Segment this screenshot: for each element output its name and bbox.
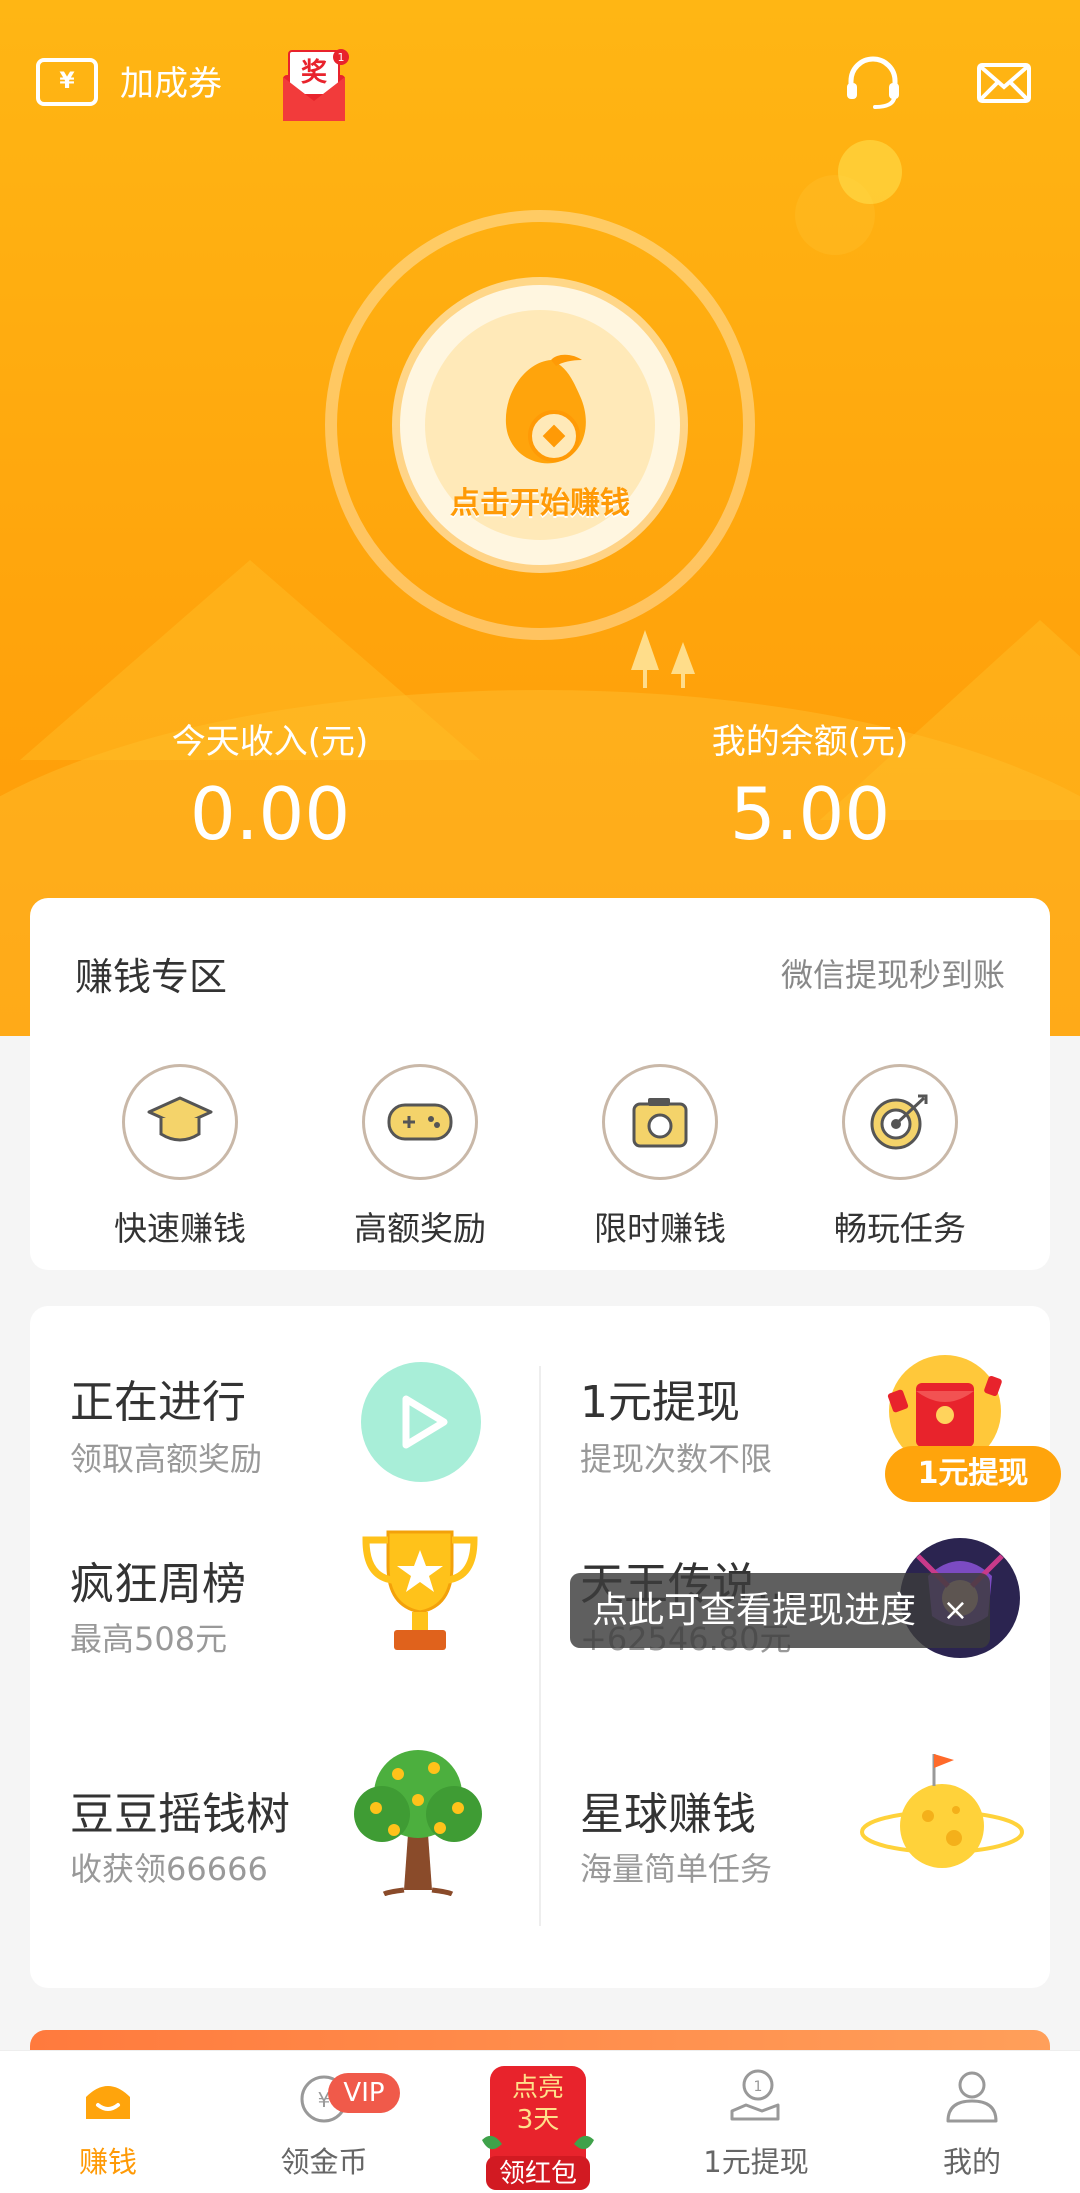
tree-icon	[354, 1750, 482, 1896]
decor-trees-icon	[631, 630, 695, 688]
grid-item-subtitle: 领取高额奖励	[70, 1440, 263, 1478]
today-income-value: 0.00	[189, 772, 351, 856]
today-income-label: 今天收入(元)	[171, 722, 369, 762]
grid-item-title: 1元提现	[580, 1377, 740, 1428]
nav-label: 1元提现	[703, 2145, 809, 2179]
grid-item-money-tree[interactable]: 豆豆摇钱树 收获领66666	[30, 1750, 538, 1988]
nav-item-earn[interactable]: 赚钱	[0, 2051, 216, 2193]
redpack-badge: 1	[338, 51, 345, 64]
bean-home-icon	[86, 2086, 130, 2119]
grid-item-title: 豆豆摇钱树	[70, 1789, 290, 1840]
nav-label: 领金币	[280, 2145, 368, 2179]
withdraw-badge: 1元提现	[885, 1446, 1061, 1502]
voucher-icon-symbol: ¥	[59, 69, 75, 94]
zone-subtitle[interactable]: 微信提现秒到账	[781, 950, 1005, 996]
nav-item-profile[interactable]: 我的	[864, 2051, 1080, 2193]
camera-icon	[632, 1098, 688, 1148]
nav-promo-button[interactable]: 点亮 3天 领红包	[482, 2060, 594, 2192]
zone-item-quick-earn[interactable]: 快速赚钱	[80, 1064, 280, 1250]
tooltip-text: 点此可查看提现进度	[592, 1590, 917, 1631]
nav-item-coins[interactable]: ¥ VIP 领金币	[216, 2051, 432, 2193]
grid-item-title: 正在进行	[70, 1377, 246, 1428]
nav-label: 赚钱	[78, 2145, 137, 2179]
zone-item-limited-time[interactable]: 限时赚钱	[560, 1064, 760, 1250]
earning-zone-card: 赚钱专区 微信提现秒到账 快速赚钱 高额奖励 限时赚钱 畅玩任务	[30, 898, 1050, 1270]
grid-item-subtitle: 提现次数不限	[580, 1440, 773, 1478]
voucher-icon[interactable]: ¥	[36, 58, 98, 106]
trophy-icon	[362, 1530, 478, 1650]
zone-title: 赚钱专区	[75, 955, 228, 999]
grid-item-planet-earn[interactable]: 星球赚钱 海量简单任务	[540, 1754, 1050, 1988]
tooltip-close-icon[interactable]: ×	[943, 1573, 968, 1648]
promo-line-1: 点亮	[511, 2073, 564, 2103]
grid-item-in-progress[interactable]: 正在进行 领取高额奖励	[30, 1306, 538, 1526]
zone-item-play-tasks[interactable]: 畅玩任务	[800, 1064, 1000, 1250]
zone-item-high-reward[interactable]: 高额奖励	[320, 1064, 520, 1250]
decor-bubble	[838, 140, 902, 204]
zone-item-circle	[842, 1064, 958, 1180]
zone-item-label: 畅玩任务	[834, 1209, 966, 1248]
balance-label: 我的余额(元)	[711, 722, 909, 762]
target-icon	[870, 1094, 928, 1150]
nav-label: 我的	[942, 2145, 1001, 2179]
bean-coin-icon	[505, 354, 586, 464]
reward-redpack-icon[interactable]: 奖 1	[275, 45, 355, 127]
zone-item-circle	[602, 1064, 718, 1180]
redpack-char: 奖	[301, 57, 328, 88]
grid-item-withdraw-1yuan[interactable]: 1元提现 提现次数不限 1元提现	[540, 1306, 1061, 1526]
grid-item-title: 疯狂周榜	[70, 1559, 246, 1610]
balance-value[interactable]: 5.00	[610, 772, 1010, 856]
grid-item-subtitle: 最高508元	[70, 1620, 228, 1658]
graduation-cap-icon	[147, 1096, 213, 1142]
withdraw-progress-tooltip[interactable]: 点此可查看提现进度 ×	[570, 1573, 990, 1648]
grid-item-title: 星球赚钱	[580, 1789, 756, 1840]
customer-service-icon[interactable]	[843, 55, 903, 111]
mail-icon[interactable]	[975, 55, 1035, 111]
voucher-label[interactable]: 加成券	[120, 58, 222, 110]
zone-item-circle	[122, 1064, 238, 1180]
profile-icon	[946, 2071, 998, 2123]
vip-badge: VIP	[328, 2073, 400, 2113]
svg-text:1: 1	[754, 2079, 763, 2095]
planet-icon	[860, 1754, 1024, 1868]
withdraw-icon: 1	[730, 2069, 780, 2121]
grid-item-weekly-rank[interactable]: 疯狂周榜 最高508元	[30, 1526, 538, 1756]
gamepad-icon	[387, 1103, 453, 1141]
grid-item-subtitle: 海量简单任务	[580, 1850, 773, 1888]
promo-line-3: 领红包	[498, 2159, 577, 2189]
grid-item-subtitle: 收获领66666	[70, 1850, 268, 1888]
play-icon	[361, 1362, 481, 1482]
zone-item-label: 高额奖励	[354, 1209, 486, 1248]
zone-item-label: 限时赚钱	[594, 1209, 726, 1248]
promo-line-2: 3天	[516, 2105, 560, 2135]
nav-item-withdraw[interactable]: 1 1元提现	[648, 2051, 864, 2193]
start-label[interactable]: 点击开始赚钱	[400, 478, 680, 522]
zone-item-label: 快速赚钱	[114, 1209, 246, 1248]
zone-item-circle	[362, 1064, 478, 1180]
